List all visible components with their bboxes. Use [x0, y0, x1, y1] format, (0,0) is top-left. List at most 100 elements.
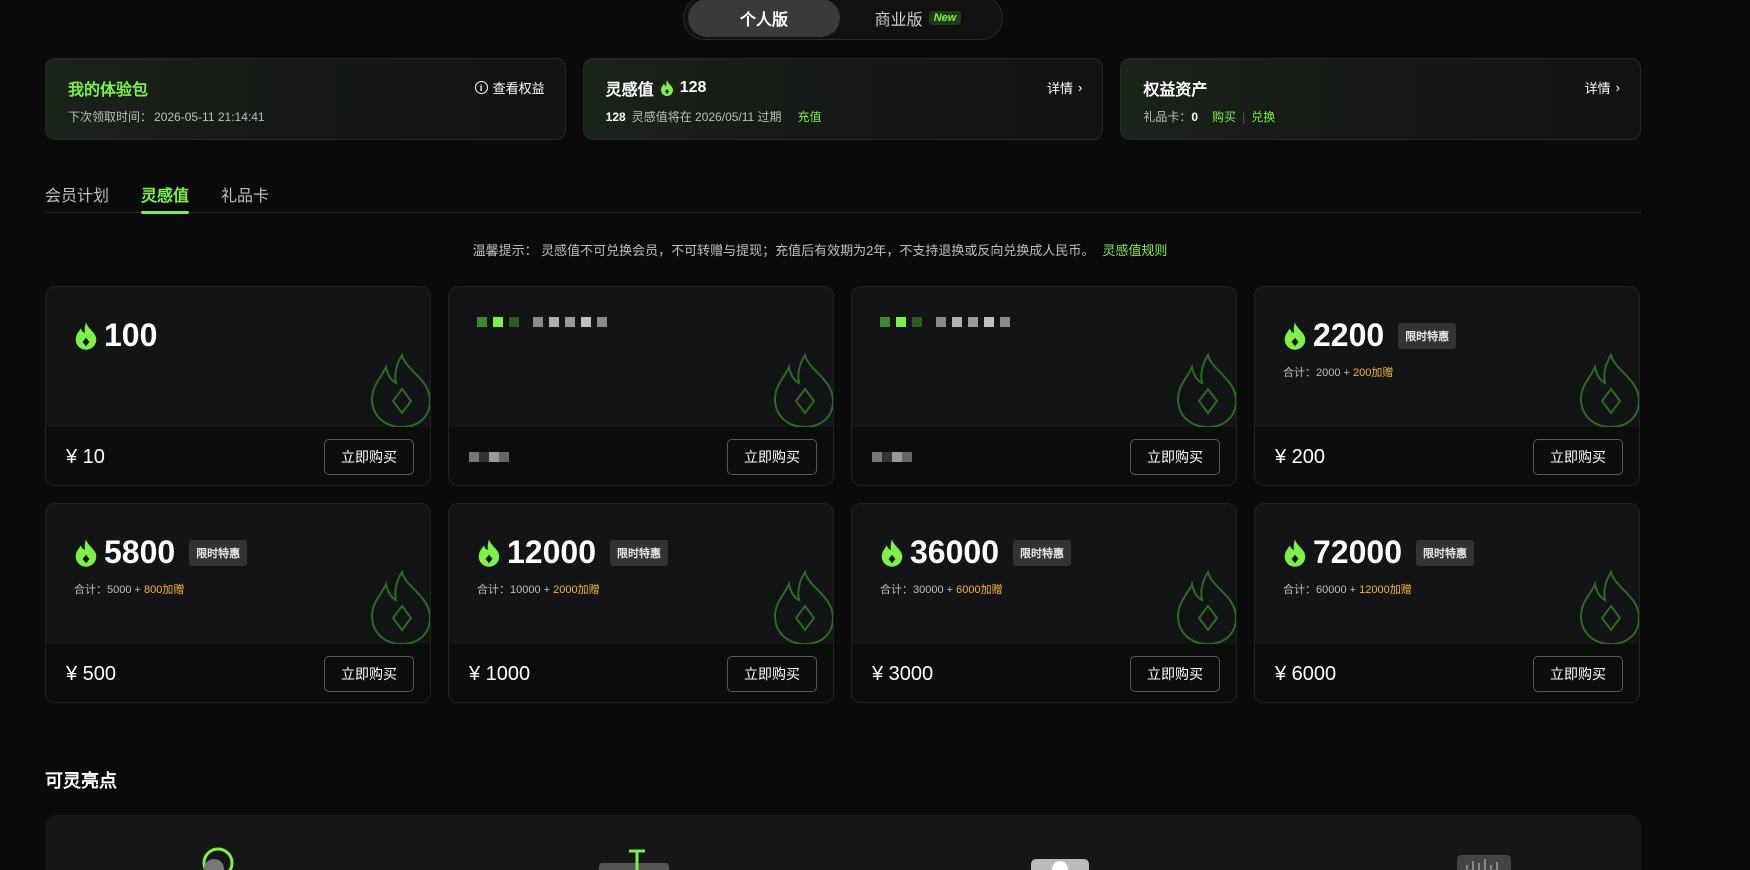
flame-icon: [75, 538, 97, 567]
business-version-tab[interactable]: 商业版 New: [840, 0, 996, 37]
bonus-amount: 6000加赠: [956, 584, 1003, 596]
product-card: 5800 限时特惠 合计：5000 + 800加赠 ¥ 500 立即购买: [45, 503, 431, 703]
product-card-top: 100: [46, 287, 430, 427]
product-card-top: 12000 限时特惠 合计：10000 + 2000加赠: [449, 504, 833, 644]
buy-now-button[interactable]: 立即购买: [1533, 656, 1623, 692]
personal-version-tab[interactable]: 个人版: [688, 0, 840, 37]
expire-text: 灵感值将在 2026/05/11 过期: [631, 110, 782, 124]
buy-now-button[interactable]: 立即购买: [727, 656, 817, 692]
product-card-bottom: ¥ 6000 立即购买: [1255, 644, 1639, 702]
tab-inspiration[interactable]: 灵感值: [141, 178, 190, 214]
assets-detail-link[interactable]: 详情 ›: [1585, 78, 1620, 97]
flame-watermark-icon: [1579, 570, 1639, 644]
tab-membership[interactable]: 会员计划: [45, 178, 109, 213]
redacted-amount: [477, 317, 805, 327]
gift-card-count: 0: [1191, 109, 1199, 124]
limited-offer-badge: 限时特惠: [189, 539, 248, 566]
assets-title: 权益资产: [1143, 82, 1208, 99]
flame-watermark-icon: [773, 570, 833, 644]
product-price: ¥ 500: [66, 662, 117, 685]
flame-icon: [1284, 321, 1306, 350]
version-toggle[interactable]: 个人版 商业版 New: [683, 0, 1003, 40]
product-card-bottom: ¥ 10 立即购买: [46, 427, 430, 485]
total-label: 合计：30000 +: [880, 584, 957, 596]
product-price: ¥ 10: [66, 445, 105, 468]
buy-now-button[interactable]: 立即购买: [727, 439, 817, 475]
flame-icon: [881, 538, 903, 567]
product-price: ¥ 1000: [469, 662, 531, 685]
product-card-top: [449, 287, 833, 427]
trial-next-time: 下次领取时间： 2026-05-11 21:14:41: [68, 108, 543, 125]
amount-row: 100: [74, 317, 402, 354]
product-amount: 36000: [910, 534, 999, 570]
product-card: 立即购买: [851, 286, 1237, 486]
inspiration-card: 灵感值 128 128 灵感值将在 2026/05/11 过期 充值 详情 ›: [582, 58, 1104, 140]
product-amount: 2200: [1313, 317, 1385, 353]
next-time-value: 2026-05-11 21:14:41: [154, 109, 265, 124]
product-card-top: 2200 限时特惠合计：2000 + 200加赠: [1255, 287, 1639, 427]
tab-bar: 会员计划 灵感值 礼品卡: [45, 178, 1641, 214]
product-card: 12000 限时特惠 合计：10000 + 2000加赠 ¥ 1000 立即购买: [448, 503, 834, 703]
info-cards-row: 我的体验包 下次领取时间： 2026-05-11 21:14:41 i 查看权益…: [45, 58, 1642, 140]
detail-label: 详情: [1046, 81, 1073, 96]
camera-icon: [1031, 859, 1089, 870]
buy-now-button[interactable]: 立即购买: [324, 439, 414, 475]
limited-offer-badge: 限时特惠: [1398, 322, 1457, 349]
buy-now-button[interactable]: 立即购买: [1130, 439, 1220, 475]
amount-row: 72000 限时特惠: [1283, 534, 1611, 571]
assets-card: 权益资产 礼品卡： 0 购买 | 兑换 详情 ›: [1120, 58, 1642, 140]
product-card-bottom: ¥ 3000 立即购买: [852, 644, 1236, 702]
view-benefits-link[interactable]: i 查看权益: [474, 78, 545, 97]
inspiration-title-row: 灵感值 128: [606, 76, 1081, 100]
gift-card-row: 礼品卡： 0 购买 | 兑换: [1143, 108, 1618, 125]
redacted-amount: [880, 317, 1208, 327]
total-label: 合计：2000 +: [1283, 367, 1354, 379]
audio-waveform-icon: [1457, 855, 1511, 870]
buy-now-button[interactable]: 立即购买: [1533, 439, 1623, 475]
product-card-top: 36000 限时特惠合计：30000 + 6000加赠: [852, 504, 1236, 644]
highlights-title: 可灵亮点: [45, 771, 117, 791]
business-version-label: 商业版: [874, 12, 923, 29]
inspiration-value: 128: [679, 79, 707, 96]
redacted-price: [872, 452, 912, 462]
divider: |: [1242, 109, 1246, 124]
product-total: 合计：5000 + 800加赠: [74, 581, 402, 597]
product-card-bottom: 立即购买: [852, 427, 1236, 485]
video-icon: [202, 847, 234, 870]
tab-gift-card[interactable]: 礼品卡: [221, 178, 269, 213]
limited-offer-badge: 限时特惠: [609, 539, 668, 566]
product-total: 合计：2000 + 200加赠: [1283, 364, 1611, 380]
buy-link[interactable]: 购买: [1212, 108, 1236, 125]
product-card: 100 ¥ 10 立即购买: [45, 286, 431, 486]
bonus-amount: 800加赠: [144, 584, 185, 596]
product-card-top: 72000 限时特惠合计：60000 + 12000加赠: [1255, 504, 1639, 644]
next-time-label: 下次领取时间：: [68, 110, 153, 124]
flame-watermark-icon: [370, 570, 430, 644]
flame-watermark-icon: [1176, 353, 1236, 427]
product-total: 合计：60000 + 12000加赠: [1283, 581, 1611, 597]
product-card: 2200 限时特惠合计：2000 + 200加赠 ¥ 200 立即购买: [1254, 286, 1640, 486]
product-grid: 100 ¥ 10 立即购买 立即购买 立即购买 2200 限时特惠 合计：2000 + 200…: [45, 286, 1641, 703]
total-label: 合计：5000 +: [74, 584, 145, 596]
buy-now-button[interactable]: 立即购买: [1130, 656, 1220, 692]
notice-bar: 温馨提示： 灵感值不可兑换会员，不可转赠与提现；充值后有效期为2年，不支持退换或…: [0, 240, 1640, 259]
inspiration-rules-link[interactable]: 灵感值规则: [1102, 243, 1167, 258]
chevron-right-icon: ›: [1078, 80, 1083, 95]
product-card: 36000 限时特惠合计：30000 + 6000加赠 ¥ 3000 立即购买: [851, 503, 1237, 703]
product-card-bottom: ¥ 200 立即购买: [1255, 427, 1639, 485]
redeem-link[interactable]: 兑换: [1251, 108, 1275, 125]
limited-offer-badge: 限时特惠: [1012, 539, 1071, 566]
detail-label: 详情: [1584, 81, 1611, 96]
flame-watermark-icon: [773, 353, 833, 427]
limited-offer-badge: 限时特惠: [1415, 539, 1474, 566]
recharge-link[interactable]: 充值: [798, 108, 822, 125]
product-price: ¥ 6000: [1275, 662, 1337, 685]
trial-pack-card: 我的体验包 下次领取时间： 2026-05-11 21:14:41 i 查看权益: [45, 58, 566, 140]
product-price: ¥ 3000: [872, 662, 934, 685]
inspiration-detail-link[interactable]: 详情 ›: [1047, 78, 1082, 97]
product-total: 合计：30000 + 6000加赠: [880, 581, 1208, 597]
amount-row: 36000 限时特惠: [880, 534, 1208, 571]
product-card-bottom: ¥ 500 立即购买: [46, 644, 430, 702]
buy-now-button[interactable]: 立即购买: [324, 656, 414, 692]
product-card: 立即购买: [448, 286, 834, 486]
